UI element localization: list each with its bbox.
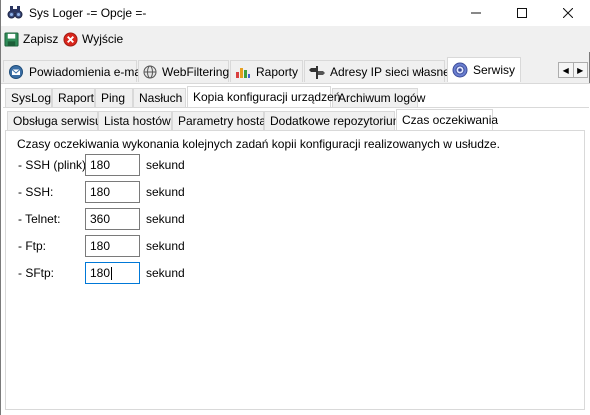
close-button[interactable] <box>545 0 590 26</box>
maximize-icon <box>517 8 527 18</box>
tab-syslog[interactable]: SysLog <box>5 88 52 107</box>
sftp-unit: sekund <box>146 266 185 280</box>
settings-icon <box>452 62 468 78</box>
sub-tabs: SysLog Raport Ping Nasłuch Kopia konfigu… <box>1 86 590 107</box>
chart-icon <box>236 67 250 78</box>
ssh-plink-timeout-input[interactable]: 180 <box>85 154 140 176</box>
sftp-label: - SFtp: <box>18 266 55 280</box>
exit-button[interactable]: Wyjście <box>63 30 123 48</box>
ftp-label: - Ftp: <box>18 239 47 253</box>
tab-lista-hostow[interactable]: Lista hostów <box>98 111 172 130</box>
sftp-timeout-input[interactable]: 180 <box>85 262 140 284</box>
options-window: Sys Loger -= Opcje =- Zapisz Wyjście Pow… <box>0 0 590 415</box>
ssh-unit: sekund <box>146 185 185 199</box>
ssh-plink-unit: sekund <box>146 158 185 172</box>
exit-icon <box>63 31 78 47</box>
inner-tabs: Obsługa serwisu Lista hostów Parametry h… <box>1 109 590 130</box>
tab-archiwum-logow[interactable]: Archiwum logów <box>332 88 425 107</box>
tab-ping[interactable]: Ping <box>95 88 133 107</box>
title-bar[interactable]: Sys Loger -= Opcje =- <box>1 0 590 26</box>
window-title: Sys Loger -= Opcje =- <box>29 6 147 20</box>
minimize-button[interactable] <box>453 0 499 26</box>
tab-scroll-arrows[interactable]: ◀ ▶ <box>558 62 588 78</box>
tab-parametry-hosta[interactable]: Parametry hosta <box>172 111 266 130</box>
tab-raport[interactable]: Raport <box>52 88 95 107</box>
close-icon <box>563 8 573 18</box>
toolbar: Zapisz Wyjście <box>1 26 590 52</box>
ssh-timeout-input[interactable]: 180 <box>85 181 140 203</box>
ftp-unit: sekund <box>146 239 185 253</box>
tab-dodatkowe-repozytorium[interactable]: Dodatkowe repozytorium <box>264 111 403 130</box>
scroll-right-icon[interactable]: ▶ <box>574 63 588 77</box>
exit-label: Wyjście <box>82 32 124 46</box>
tab-raporty[interactable]: Raporty <box>230 60 303 82</box>
floppy-disk-icon <box>4 31 19 47</box>
tab-obsluga-serwisu[interactable]: Obsługa serwisu <box>7 111 102 130</box>
tab-powiadomienia-email[interactable]: Powiadomienia e-mail <box>3 60 146 82</box>
telnet-timeout-input[interactable]: 360 <box>85 208 140 230</box>
tab-adresy-ip[interactable]: Adresy IP sieci własnej <box>304 60 453 82</box>
timeouts-description: Czasy oczekiwania wykonania kolejnych za… <box>17 137 500 151</box>
ftp-timeout-input[interactable]: 180 <box>85 235 140 257</box>
globe-icon <box>143 65 157 78</box>
ssh-plink-label: - SSH (plink): <box>18 158 90 172</box>
telnet-label: - Telnet: <box>18 212 61 226</box>
save-button[interactable]: Zapisz <box>4 30 58 48</box>
maximize-button[interactable] <box>499 0 545 26</box>
tab-webfiltering[interactable]: WebFiltering <box>138 60 229 82</box>
main-tabs: Powiadomienia e-mail WebFiltering Raport… <box>1 57 590 83</box>
signpost-icon <box>309 65 325 79</box>
tab-nasluch[interactable]: Nasłuch <box>133 88 186 107</box>
text-caret <box>111 267 113 281</box>
tab-serwisy[interactable]: Serwisy <box>447 57 521 82</box>
scroll-left-icon[interactable]: ◀ <box>559 63 574 77</box>
telnet-unit: sekund <box>146 212 185 226</box>
tab-czas-oczekiwania[interactable]: Czas oczekiwania <box>396 109 498 130</box>
tab-kopia-konfiguracji[interactable]: Kopia konfiguracji urządzeń <box>187 86 340 107</box>
binoculars-icon <box>7 6 23 19</box>
save-label: Zapisz <box>23 32 59 46</box>
envelope-icon <box>9 64 23 79</box>
ssh-label: - SSH: <box>18 185 54 199</box>
minimize-icon <box>471 12 481 14</box>
